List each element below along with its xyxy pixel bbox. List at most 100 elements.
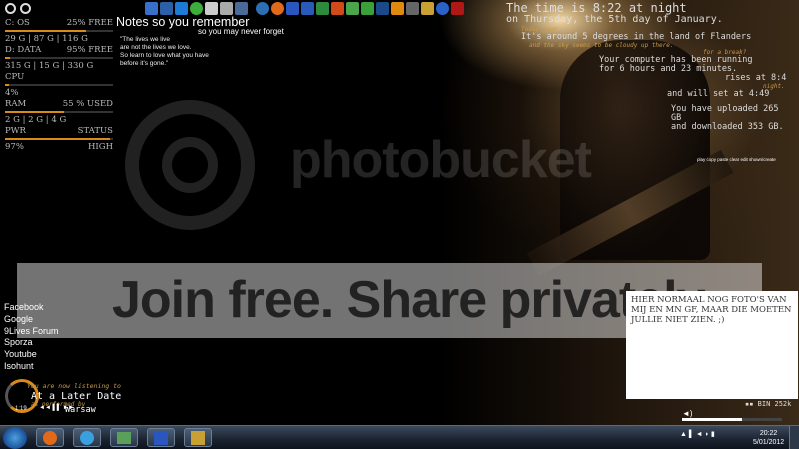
link-isohunt[interactable]: Isohunt — [4, 361, 59, 373]
stat-bar — [5, 84, 113, 86]
stat-label: CPU — [5, 72, 25, 82]
stat-label: C: OS — [5, 18, 30, 28]
speaker-icon[interactable]: ◄) — [682, 409, 693, 418]
stat-sub2: HIGH — [88, 142, 113, 152]
clock-line: and downloaded 353 GB. — [671, 122, 784, 132]
stat-sub: 97% — [5, 142, 24, 152]
firefox-icon — [43, 431, 57, 445]
watermark-logo-text: photobucket — [290, 131, 592, 189]
word-icon[interactable] — [301, 2, 314, 15]
desktop-wallpaper: C: OS 25% FREE 29 G | 87 G | 116 G D: DAT… — [0, 0, 799, 425]
book-icon[interactable] — [205, 2, 218, 15]
notes-body[interactable]: "The lives we live are not the lives we … — [120, 36, 270, 68]
photobucket-logo-inner — [162, 137, 218, 193]
app-icon[interactable] — [175, 2, 188, 15]
notes-controls[interactable]: play copy paste clear edit shown/create — [697, 157, 776, 162]
power-icon[interactable] — [20, 3, 31, 14]
taskbar-itunes[interactable] — [73, 428, 101, 447]
word-icon — [154, 431, 168, 445]
app-icon[interactable] — [406, 2, 419, 15]
taskbar-word[interactable] — [147, 428, 175, 447]
globe-icon[interactable] — [256, 2, 269, 15]
taskbar-explorer[interactable] — [110, 428, 138, 447]
now-playing-widget: 1:19 You are now listening to At a Later… — [5, 377, 165, 417]
volume-widget: ◄) — [682, 409, 798, 423]
clock-line: and will set at 4:49 — [667, 89, 770, 99]
link-google[interactable]: Google — [4, 314, 59, 326]
notes-subtitle: so you may never forget — [198, 27, 284, 36]
stat-label: D: DATA — [5, 45, 42, 55]
taskbar-firefox[interactable] — [36, 428, 64, 447]
folder-icon[interactable] — [160, 2, 173, 15]
stat-bar-fill — [5, 30, 86, 32]
stat-bar-fill — [5, 57, 11, 59]
link-9lives[interactable]: 9Lives Forum — [4, 326, 59, 338]
quick-launch-bar — [145, 2, 464, 15]
top-left-icons — [5, 3, 31, 14]
recycle-bin-widget[interactable]: ▪▪ BIN 252k — [745, 400, 791, 408]
stat-c-drive: C: OS 25% FREE 29 G | 87 G | 116 G — [5, 18, 113, 45]
start-button[interactable] — [3, 427, 27, 449]
stat-bar — [5, 138, 113, 140]
stat-d-drive: D: DATA 95% FREE 315 G | 15 G | 330 G — [5, 45, 113, 72]
league-icon — [191, 431, 205, 445]
link-facebook[interactable]: Facebook — [4, 302, 59, 314]
terminal-icon[interactable] — [451, 2, 464, 15]
watermark-band-text: Join free. Share privately. — [112, 271, 715, 329]
stat-bar — [5, 57, 113, 59]
stat-power: PWR STATUS 97% HIGH — [5, 126, 113, 153]
clock-line: The time is 8:22 at night — [506, 1, 687, 15]
messenger-icon[interactable] — [346, 2, 359, 15]
stat-value: STATUS — [77, 126, 113, 136]
stat-bar-fill — [5, 111, 65, 113]
taskbar-date: 5/01/2012 — [753, 439, 785, 446]
excel-icon[interactable] — [316, 2, 329, 15]
stat-sub: 315 G | 15 G | 330 G — [5, 61, 94, 71]
stat-bar-fill — [5, 138, 110, 140]
stat-bar — [5, 30, 113, 32]
clock-line: on Thursday, the 5th day of January. — [506, 14, 723, 25]
clock-line: It's around 5 degrees in the land of Fla… — [521, 32, 752, 42]
itunes-icon — [80, 431, 94, 445]
stat-ram: RAM 55 % USED 2 G | 2 G | 4 G — [5, 99, 113, 126]
player-time: 1:19 — [15, 406, 27, 412]
drive-icon[interactable] — [220, 2, 233, 15]
taskbar-time: 20:22 — [759, 430, 778, 437]
powerpoint-icon[interactable] — [331, 2, 344, 15]
stat-sub: 2 G | 2 G | 4 G — [5, 115, 67, 125]
taskbar-clock[interactable]: 20:22 5/01/2012 — [753, 429, 784, 447]
league-icon[interactable] — [421, 2, 434, 15]
explorer-icon — [117, 432, 131, 444]
links-widget: Facebook Google 9Lives Forum Sporza Yout… — [4, 302, 59, 373]
system-tray[interactable]: ▲ ▌ ◄ ◗ ▮ — [680, 430, 715, 438]
clock-line: and the sky seems to be cloudy up there. — [529, 42, 674, 49]
clock-line: You have uploaded 265 GB — [671, 104, 779, 123]
vlc-icon[interactable] — [391, 2, 404, 15]
show-desktop-button[interactable] — [789, 426, 799, 449]
taskbar: ▲ ▌ ◄ ◗ ▮ 20:22 5/01/2012 — [0, 425, 799, 449]
stat-value: 95% FREE — [66, 45, 113, 55]
refresh-icon[interactable] — [5, 3, 16, 14]
now-listening-label: You are now listening to — [27, 382, 121, 390]
volume-fill — [682, 418, 742, 421]
stat-label: RAM — [5, 99, 27, 109]
stat-sub: 29 G | 87 G | 116 G — [5, 34, 88, 44]
stat-label: PWR — [5, 126, 26, 136]
help-icon[interactable] — [436, 2, 449, 15]
link-youtube[interactable]: Youtube — [4, 349, 59, 361]
app-icon[interactable] — [145, 2, 158, 15]
taskbar-league[interactable] — [184, 428, 212, 447]
firefox-icon[interactable] — [271, 2, 284, 15]
app-icon[interactable] — [286, 2, 299, 15]
volume-slider[interactable] — [682, 418, 782, 421]
download-icon[interactable] — [190, 2, 203, 15]
track-artist: Warsaw — [65, 405, 96, 415]
window-icon[interactable] — [235, 2, 248, 15]
stat-cpu: CPU 4% — [5, 72, 113, 99]
sticky-note[interactable]: HIER NORMAAL NOG FOTO'S VAN MIJ EN MN GF… — [626, 291, 798, 399]
photoshop-icon[interactable] — [376, 2, 389, 15]
stat-value: 55 % USED — [62, 99, 113, 109]
link-sporza[interactable]: Sporza — [4, 337, 59, 349]
clock-text-widget: The time is 8:22 at night on Thursday, t… — [503, 2, 793, 132]
messenger-icon[interactable] — [361, 2, 374, 15]
